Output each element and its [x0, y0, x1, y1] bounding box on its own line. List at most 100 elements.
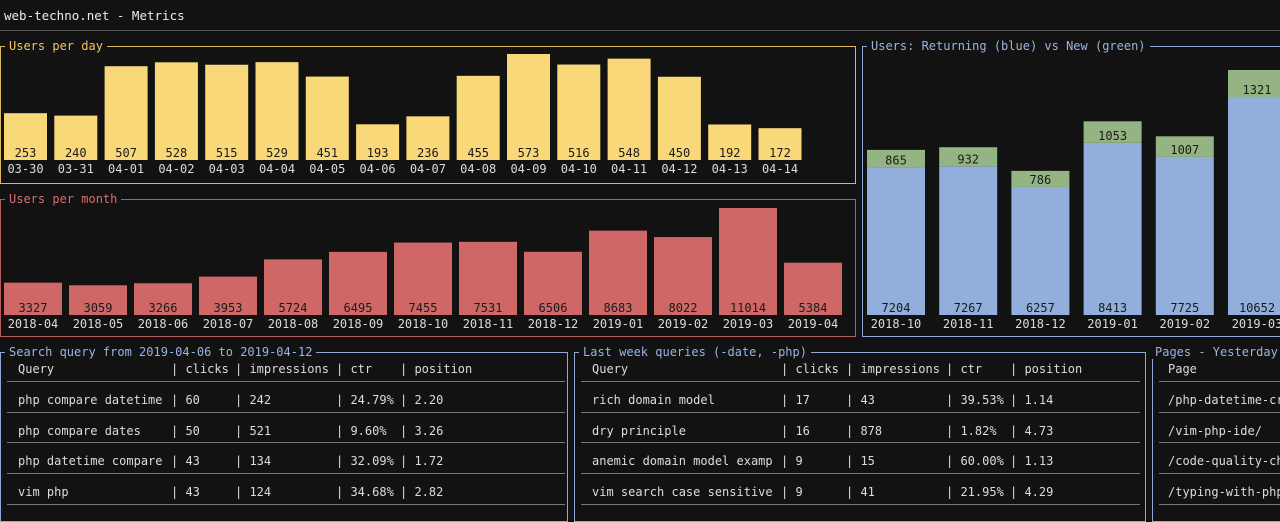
- table-cell: | 9: [781, 485, 803, 500]
- bar-value-label-new: 865: [885, 154, 907, 168]
- bar-value-label: 515: [216, 146, 238, 160]
- x-tick-label: 2018-04: [8, 317, 59, 331]
- table-row: php datetime compare | 43 | 134 | 32.09% | 1…: [1, 454, 567, 468]
- table-header-row: Page: [1153, 362, 1280, 376]
- table-cell: | 2.20: [400, 393, 444, 407]
- bar-value-label: 3059: [84, 301, 113, 315]
- x-tick-label: 2018-06: [138, 317, 189, 331]
- table-cell: /php-datetime-cr: [1168, 393, 1280, 407]
- table-cell: dry principle: [592, 423, 686, 438]
- users-per-day-chart: 253 03-30 240 03-31 507 04-01 528 04-02 515 04-03…: [4, 54, 802, 176]
- bar-value-label: 529: [266, 146, 288, 160]
- table-cell: | 878: [846, 423, 883, 438]
- users-per-month-chart: 3327 2018-04 3059 2018-05 3266 2018-06 3953 201…: [4, 208, 842, 331]
- x-tick-label: 2018-09: [333, 317, 384, 331]
- row-divider: [7, 473, 565, 475]
- table-cell: | 1.82%: [946, 423, 997, 438]
- bar-value-label: 253: [15, 146, 37, 160]
- table-cell: | 60: [171, 393, 200, 407]
- column-header: | position: [400, 362, 473, 376]
- table-cell: | 242: [235, 393, 272, 407]
- x-tick-label: 2018-12: [1015, 317, 1066, 331]
- bar-value-label-returning: 6257: [1026, 301, 1055, 315]
- x-tick-label: 2019-02: [658, 317, 709, 331]
- table-cell: php datetime compare: [18, 454, 163, 469]
- bar-value-label: 11014: [730, 301, 766, 315]
- bar-value-label: 573: [518, 146, 540, 160]
- x-tick-label: 2018-10: [871, 317, 922, 331]
- table-cell: /typing-with-php: [1168, 485, 1280, 500]
- table-cell: | 43: [171, 454, 200, 469]
- table-header-row: Query | clicks | impressions | ctr | positio…: [1, 362, 567, 376]
- bar-value-label: 236: [417, 146, 439, 160]
- bar-returning: [1083, 142, 1142, 315]
- x-tick-label: 04-04: [259, 162, 295, 176]
- bar-value-label: 548: [618, 146, 640, 160]
- column-header: | impressions: [235, 362, 329, 376]
- x-tick-label: 04-13: [712, 162, 748, 176]
- users-per-month-panel: Users per month 3327 2018-04 3059 2018-05 32…: [0, 192, 856, 337]
- title-bar: web-techno.net - Metrics: [0, 0, 1280, 31]
- table-cell: vim php: [18, 485, 69, 500]
- bar-returning: [939, 166, 998, 315]
- row-divider: [1159, 411, 1280, 413]
- x-tick-label: 04-07: [410, 162, 446, 176]
- table-cell: | 50: [171, 423, 200, 438]
- table-cell: | 43: [171, 485, 200, 500]
- table-cell: /code-quality-ch: [1168, 454, 1280, 469]
- column-header: | clicks: [781, 362, 839, 376]
- column-header: | ctr: [336, 362, 373, 376]
- row-divider: [581, 411, 1140, 413]
- x-tick-label: 2018-12: [528, 317, 579, 331]
- x-tick-label: 2019-02: [1160, 317, 1211, 331]
- x-tick-label: 2018-05: [73, 317, 124, 331]
- x-tick-label: 2018-07: [203, 317, 254, 331]
- bar-value-label-returning: 7267: [954, 301, 983, 315]
- last-week-table: Query | clicks | impressions | ctr | positio…: [575, 353, 1145, 521]
- table-row: php compare datetime | 60 | 242 | 24.79% | 2…: [1, 393, 567, 407]
- pages-table: Page/php-datetime-cr/vim-php-ide/ /code-q…: [1153, 353, 1280, 521]
- search-query-table: Query | clicks | impressions | ctr | positio…: [1, 353, 567, 521]
- table-cell: | 34.68%: [336, 485, 394, 500]
- table-cell: | 9.60%: [336, 423, 387, 438]
- bar-value-label: 450: [669, 146, 691, 160]
- table-cell: | 60.00%: [946, 454, 1004, 469]
- x-tick-label: 2018-11: [463, 317, 514, 331]
- table-cell: rich domain model: [592, 393, 715, 407]
- table-cell: | 4.29: [1010, 485, 1054, 500]
- users-per-day-panel: Users per day 253 03-30 240 03-31 507 04-01 52…: [0, 39, 856, 184]
- table-cell: | 17: [781, 393, 810, 407]
- bar-value-label: 3266: [149, 301, 178, 315]
- table-cell: anemic domain model examp: [592, 454, 773, 469]
- table-cell: | 134: [235, 454, 272, 469]
- x-tick-label: 04-11: [611, 162, 647, 176]
- table-cell: | 1.13: [1010, 454, 1054, 469]
- bar-value-label-new: 786: [1030, 173, 1052, 187]
- row-divider: [581, 503, 1140, 505]
- table-cell: vim search case sensitive: [592, 485, 773, 500]
- row-divider: [7, 442, 565, 444]
- table-cell: | 21.95%: [946, 485, 1004, 500]
- table-row: vim php | 43 | 124 | 34.68% | 2.82: [1, 485, 567, 499]
- search-query-panel: Search query from 2019-04-06 to 2019-04-…: [0, 345, 568, 522]
- returning-vs-new-panel: Users: Returning (blue) vs New (green) 7…: [862, 39, 1280, 337]
- x-tick-label: 2018-10: [398, 317, 449, 331]
- column-header: | position: [1010, 362, 1083, 376]
- bar: [607, 58, 651, 160]
- row-divider: [7, 503, 565, 505]
- bar-value-label-new: 1053: [1098, 129, 1127, 143]
- x-tick-label: 2019-03: [1232, 317, 1280, 331]
- table-cell: /vim-php-ide/: [1168, 423, 1262, 438]
- table-row: rich domain model | 17 | 43 | 39.53% | 1.14: [575, 393, 1145, 407]
- bar-value-label: 455: [467, 146, 489, 160]
- x-tick-label: 04-09: [510, 162, 546, 176]
- bar-value-label: 192: [719, 146, 741, 160]
- bar-value-label: 3953: [214, 301, 243, 315]
- column-header: Page: [1168, 362, 1197, 376]
- table-cell: php compare datetime: [18, 393, 163, 407]
- x-tick-label: 04-06: [360, 162, 396, 176]
- table-cell: | 32.09%: [336, 454, 394, 469]
- column-header: | clicks: [171, 362, 229, 376]
- bar-value-label-new: 932: [957, 152, 979, 166]
- bar-value-label-new: 1321: [1243, 83, 1272, 97]
